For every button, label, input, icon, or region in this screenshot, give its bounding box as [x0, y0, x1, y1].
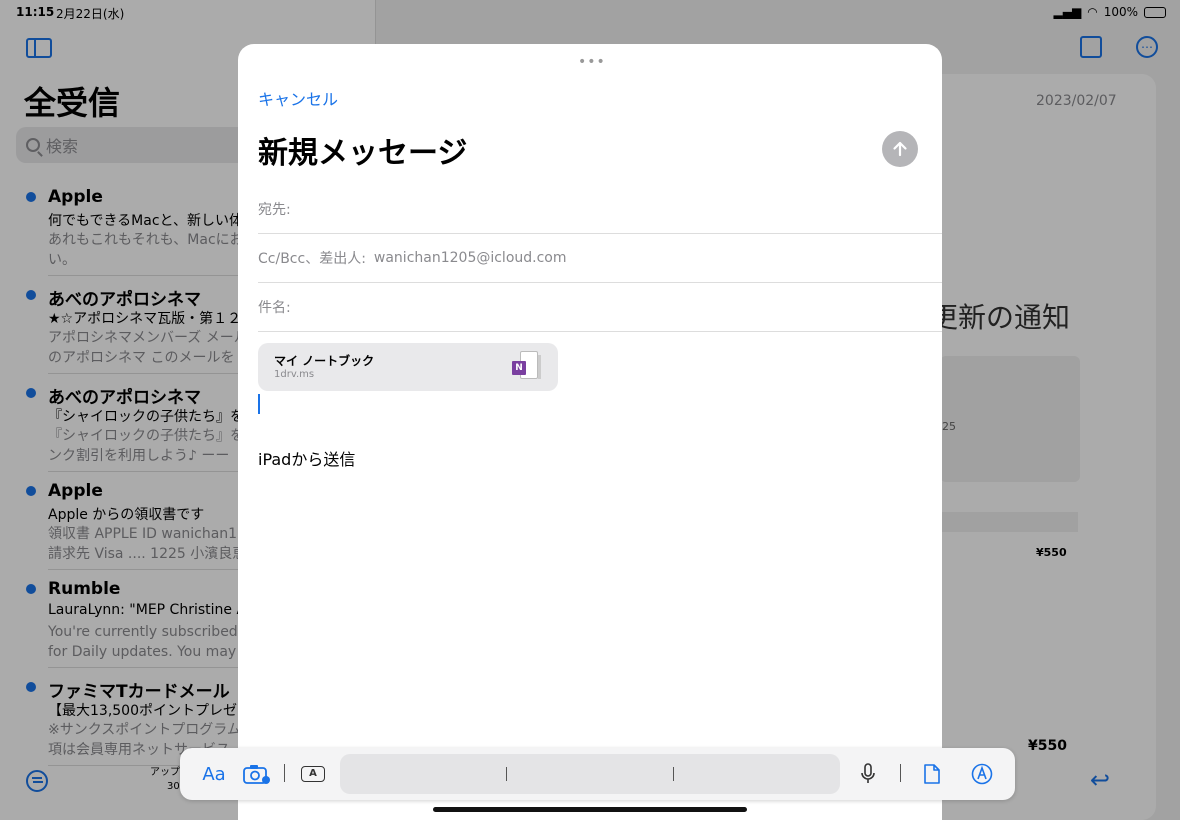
to-field[interactable]: 宛先: — [258, 185, 942, 234]
sheet-grabber-icon[interactable]: ••• — [578, 54, 606, 70]
send-button[interactable] — [882, 131, 918, 167]
format-button[interactable]: Aa — [200, 760, 228, 788]
prediction-divider — [506, 767, 507, 781]
subject-label: 件名: — [258, 300, 291, 316]
onenote-icon: N — [512, 351, 541, 381]
text-recognition-icon[interactable]: A — [298, 760, 328, 788]
compose-sheet: ••• キャンセル 新規メッセージ 宛先: Cc/Bcc、差出人: wanich… — [238, 44, 942, 820]
predictive-text-bar[interactable] — [340, 754, 840, 794]
markup-icon[interactable] — [970, 760, 994, 788]
attachment-url: 1drv.ms — [274, 369, 315, 380]
link-attachment-card[interactable]: マイ ノートブック 1drv.ms N — [258, 343, 558, 391]
document-icon[interactable] — [920, 760, 944, 788]
email-signature[interactable]: iPadから送信 — [258, 446, 355, 470]
text-cursor — [258, 394, 260, 414]
text-recognition-label: A — [301, 766, 325, 782]
cancel-button[interactable]: キャンセル — [258, 86, 338, 110]
microphone-icon[interactable] — [856, 760, 880, 788]
toolbar-separator — [284, 764, 285, 782]
camera-icon[interactable] — [242, 760, 272, 788]
send-arrow-icon — [893, 141, 907, 157]
cc-bcc-from-field[interactable]: Cc/Bcc、差出人: wanichan1205@icloud.com — [258, 234, 942, 283]
toolbar-separator — [900, 764, 901, 782]
home-indicator[interactable] — [433, 807, 747, 812]
to-label: 宛先: — [258, 202, 291, 218]
prediction-divider — [673, 767, 674, 781]
from-address: wanichan1205@icloud.com — [373, 250, 567, 266]
attachment-title: マイ ノートブック — [274, 354, 375, 368]
keyboard-shortcut-bar: Aa A — [180, 748, 1015, 800]
cc-label: Cc/Bcc、差出人: — [258, 251, 366, 267]
compose-title: 新規メッセージ — [258, 136, 468, 171]
subject-field[interactable]: 件名: — [258, 283, 942, 332]
